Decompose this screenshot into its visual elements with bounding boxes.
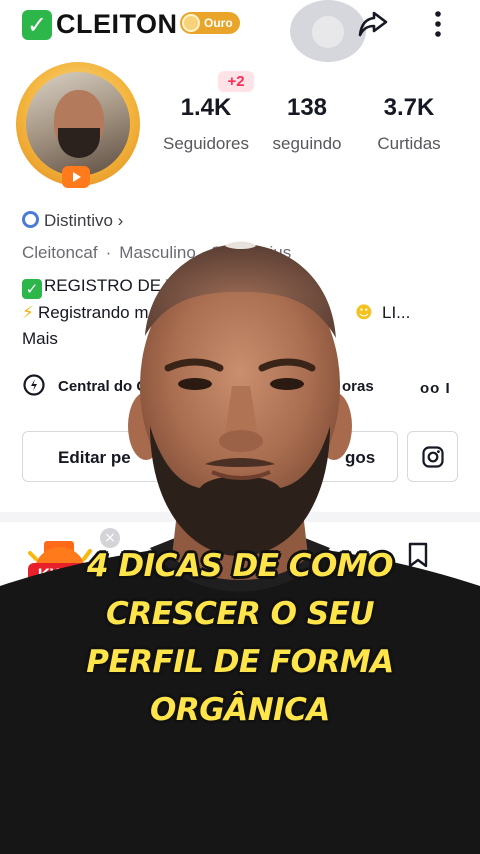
profile-header: ✓ CLEITON Ouro: [0, 0, 480, 62]
followers-label: Seguidores: [162, 134, 249, 153]
avatar-photo: [26, 72, 130, 176]
caption-line-1: 4 DICAS DE COMO: [87, 548, 394, 584]
gold-level-badge[interactable]: Ouro: [180, 12, 240, 34]
caption-line-3: PERFIL DE FORMA: [86, 644, 394, 680]
following-count: 138: [286, 94, 328, 121]
following-label: seguindo: [272, 134, 342, 153]
likes-label: Curtidas: [377, 134, 441, 153]
live-play-icon[interactable]: [62, 166, 90, 188]
new-followers-badge: +2: [218, 71, 254, 92]
more-vertical-icon[interactable]: [428, 8, 448, 40]
followers-count: 1.4K: [180, 94, 232, 121]
badge-ring-icon: [22, 211, 39, 228]
badges-link-label: Distintivo ›: [44, 211, 124, 230]
following-stat[interactable]: 138 seguindo: [266, 94, 348, 154]
profile-name: CLEITON: [56, 9, 178, 39]
avatar-beard: [58, 128, 100, 158]
likes-stat[interactable]: 3.7K Curtidas: [366, 94, 452, 154]
caption-line-2: CRESCER O SEU: [105, 596, 375, 632]
gold-badge-label: Ouro: [204, 16, 233, 30]
video-caption: 4 DICAS DE COMO CRESCER O SEU PERFIL DE …: [40, 542, 440, 734]
badges-link[interactable]: Distintivo ›: [22, 211, 123, 231]
caption-line-4: ORGÂNICA: [150, 692, 330, 728]
followers-stat[interactable]: 1.4K Seguidores: [156, 94, 256, 154]
likes-count: 3.7K: [383, 94, 435, 121]
verified-check-icon: ✓: [22, 10, 52, 40]
share-icon[interactable]: [355, 6, 391, 42]
gold-coin-icon: [182, 14, 200, 32]
